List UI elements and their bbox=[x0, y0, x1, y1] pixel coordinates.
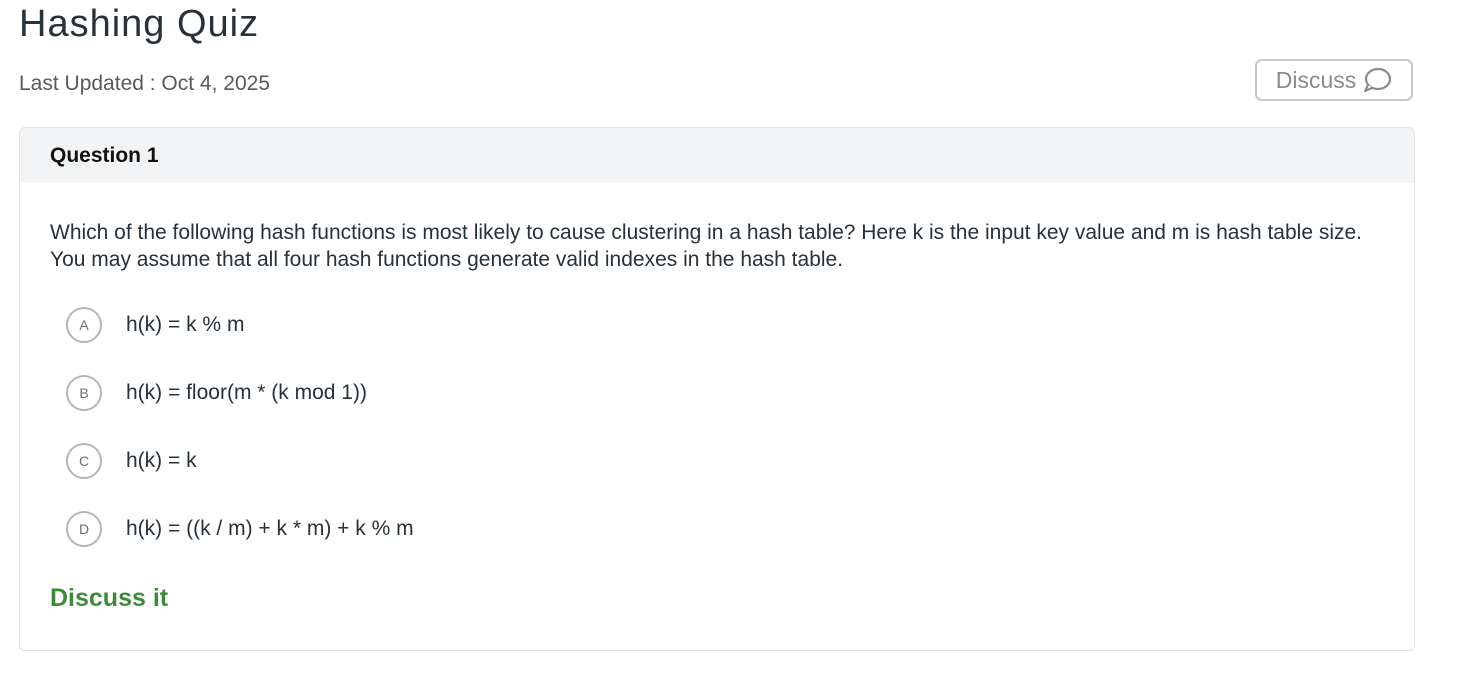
question-card: Question 1 Which of the following hash f… bbox=[19, 127, 1415, 651]
question-number: Question 1 bbox=[50, 143, 159, 167]
option-letter-circle: C bbox=[66, 443, 102, 479]
last-updated-text: Last Updated : Oct 4, 2025 bbox=[19, 72, 270, 95]
quiz-page: Hashing Quiz Last Updated : Oct 4, 2025 … bbox=[0, 0, 1460, 688]
discuss-button[interactable]: Discuss bbox=[1255, 59, 1413, 101]
option-text: h(k) = ((k / m) + k * m) + k % m bbox=[126, 517, 414, 540]
page-title: Hashing Quiz bbox=[19, 3, 260, 45]
option-a[interactable]: A h(k) = k % m bbox=[66, 306, 414, 344]
option-b[interactable]: B h(k) = floor(m * (k mod 1)) bbox=[66, 374, 414, 412]
speech-bubble-icon bbox=[1362, 67, 1392, 93]
option-letter-circle: D bbox=[66, 511, 102, 547]
discuss-button-label: Discuss bbox=[1275, 67, 1357, 93]
discuss-it-link[interactable]: Discuss it bbox=[50, 584, 168, 613]
option-d[interactable]: D h(k) = ((k / m) + k * m) + k % m bbox=[66, 510, 414, 548]
options-list: A h(k) = k % m B h(k) = floor(m * (k mod… bbox=[66, 306, 414, 578]
option-c[interactable]: C h(k) = k bbox=[66, 442, 414, 480]
option-text: h(k) = k bbox=[126, 449, 197, 472]
option-text: h(k) = k % m bbox=[126, 313, 245, 336]
question-text: Which of the following hash functions is… bbox=[50, 221, 1363, 271]
option-text: h(k) = floor(m * (k mod 1)) bbox=[126, 381, 367, 404]
option-letter-circle: B bbox=[66, 375, 102, 411]
question-header: Question 1 bbox=[20, 128, 1414, 183]
option-letter-circle: A bbox=[66, 307, 102, 343]
